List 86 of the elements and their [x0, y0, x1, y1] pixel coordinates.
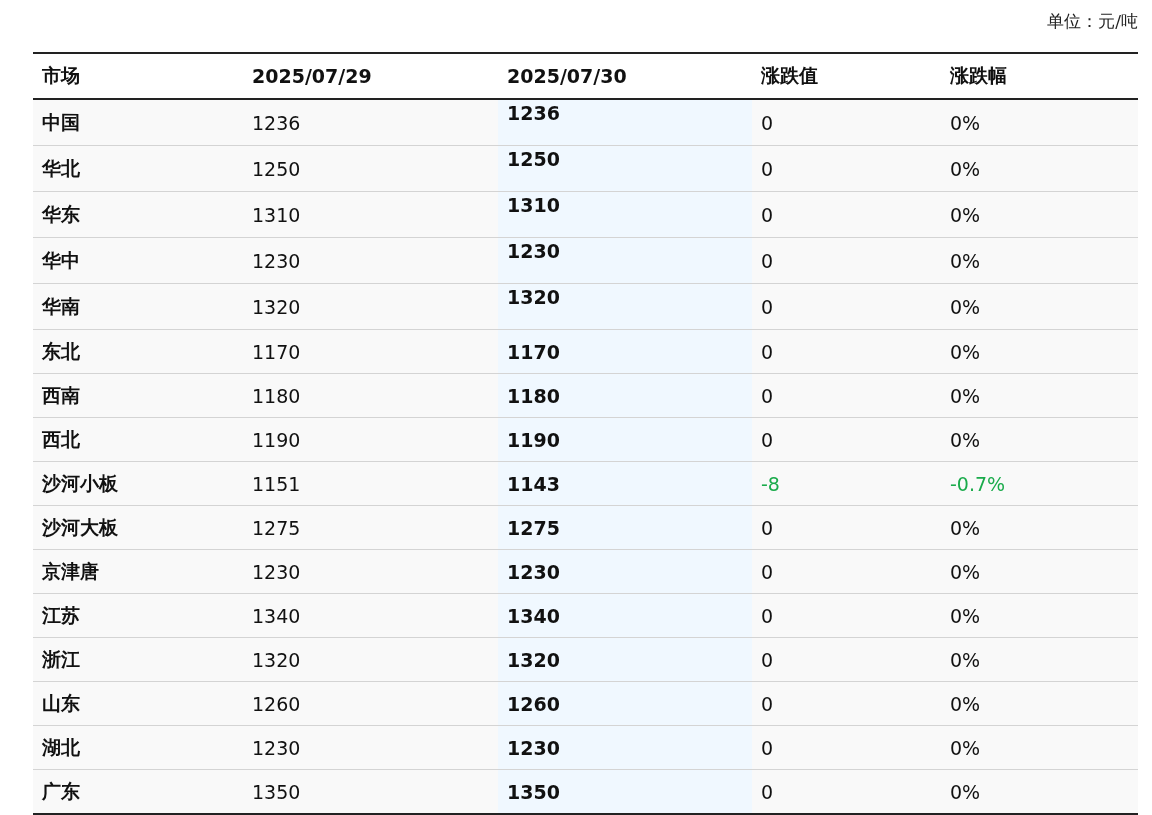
price-cell: 1170	[243, 329, 498, 374]
change-cell: 0	[752, 145, 941, 192]
price-cell: 1236	[498, 99, 752, 146]
market-cell: 浙江	[33, 637, 243, 682]
price-cell: 1230	[243, 237, 498, 284]
market-cell: 西北	[33, 417, 243, 462]
column-header: 市场	[33, 53, 243, 99]
percent-cell: -0.7%	[941, 461, 1138, 506]
column-header: 2025/07/29	[243, 53, 498, 99]
change-cell: -8	[752, 461, 941, 506]
price-cell: 1170	[498, 329, 752, 374]
price-cell: 1230	[243, 549, 498, 594]
price-cell: 1320	[243, 283, 498, 330]
price-cell: 1180	[498, 373, 752, 418]
change-cell: 0	[752, 637, 941, 682]
market-cell: 沙河小板	[33, 461, 243, 506]
price-cell: 1250	[243, 145, 498, 192]
price-cell: 1320	[498, 637, 752, 682]
unit-label: 单位：元/吨	[1046, 10, 1138, 33]
change-cell: 0	[752, 329, 941, 374]
market-cell: 华南	[33, 283, 243, 330]
change-cell: 0	[752, 549, 941, 594]
change-cell: 0	[752, 769, 941, 814]
change-cell: 0	[752, 681, 941, 726]
price-cell: 1250	[498, 145, 752, 192]
percent-cell: 0%	[941, 549, 1138, 594]
market-cell: 广东	[33, 769, 243, 814]
price-cell: 1310	[243, 191, 498, 238]
price-cell: 1230	[498, 237, 752, 284]
price-cell: 1190	[243, 417, 498, 462]
market-cell: 华东	[33, 191, 243, 238]
change-cell: 0	[752, 593, 941, 638]
price-cell: 1320	[498, 283, 752, 330]
percent-cell: 0%	[941, 99, 1138, 146]
percent-cell: 0%	[941, 769, 1138, 814]
change-cell: 0	[752, 283, 941, 330]
change-cell: 0	[752, 373, 941, 418]
percent-cell: 0%	[941, 681, 1138, 726]
price-cell: 1230	[498, 549, 752, 594]
column-header: 涨跌值	[752, 53, 941, 99]
market-cell: 中国	[33, 99, 243, 146]
price-cell: 1350	[498, 769, 752, 814]
price-cell: 1260	[243, 681, 498, 726]
percent-cell: 0%	[941, 329, 1138, 374]
market-cell: 华北	[33, 145, 243, 192]
change-cell: 0	[752, 191, 941, 238]
price-cell: 1143	[498, 461, 752, 506]
market-cell: 江苏	[33, 593, 243, 638]
percent-cell: 0%	[941, 237, 1138, 284]
price-cell: 1275	[243, 505, 498, 550]
price-cell: 1340	[243, 593, 498, 638]
price-cell: 1320	[243, 637, 498, 682]
price-cell: 1275	[498, 505, 752, 550]
market-cell: 华中	[33, 237, 243, 284]
percent-cell: 0%	[941, 191, 1138, 238]
market-cell: 山东	[33, 681, 243, 726]
price-cell: 1180	[243, 373, 498, 418]
price-cell: 1151	[243, 461, 498, 506]
market-cell: 东北	[33, 329, 243, 374]
price-cell: 1190	[498, 417, 752, 462]
price-cell: 1310	[498, 191, 752, 238]
percent-cell: 0%	[941, 725, 1138, 770]
market-cell: 沙河大板	[33, 505, 243, 550]
percent-cell: 0%	[941, 505, 1138, 550]
change-cell: 0	[752, 417, 941, 462]
price-cell: 1350	[243, 769, 498, 814]
change-cell: 0	[752, 99, 941, 146]
change-cell: 0	[752, 237, 941, 284]
price-cell: 1340	[498, 593, 752, 638]
percent-cell: 0%	[941, 417, 1138, 462]
market-cell: 京津唐	[33, 549, 243, 594]
market-cell: 湖北	[33, 725, 243, 770]
change-cell: 0	[752, 725, 941, 770]
change-cell: 0	[752, 505, 941, 550]
percent-cell: 0%	[941, 283, 1138, 330]
column-header: 涨跌幅	[941, 53, 1138, 99]
price-cell: 1230	[498, 725, 752, 770]
market-cell: 西南	[33, 373, 243, 418]
percent-cell: 0%	[941, 145, 1138, 192]
price-cell: 1230	[243, 725, 498, 770]
price-cell: 1260	[498, 681, 752, 726]
column-header: 2025/07/30	[498, 53, 752, 99]
percent-cell: 0%	[941, 593, 1138, 638]
price-cell: 1236	[243, 99, 498, 146]
percent-cell: 0%	[941, 637, 1138, 682]
percent-cell: 0%	[941, 373, 1138, 418]
